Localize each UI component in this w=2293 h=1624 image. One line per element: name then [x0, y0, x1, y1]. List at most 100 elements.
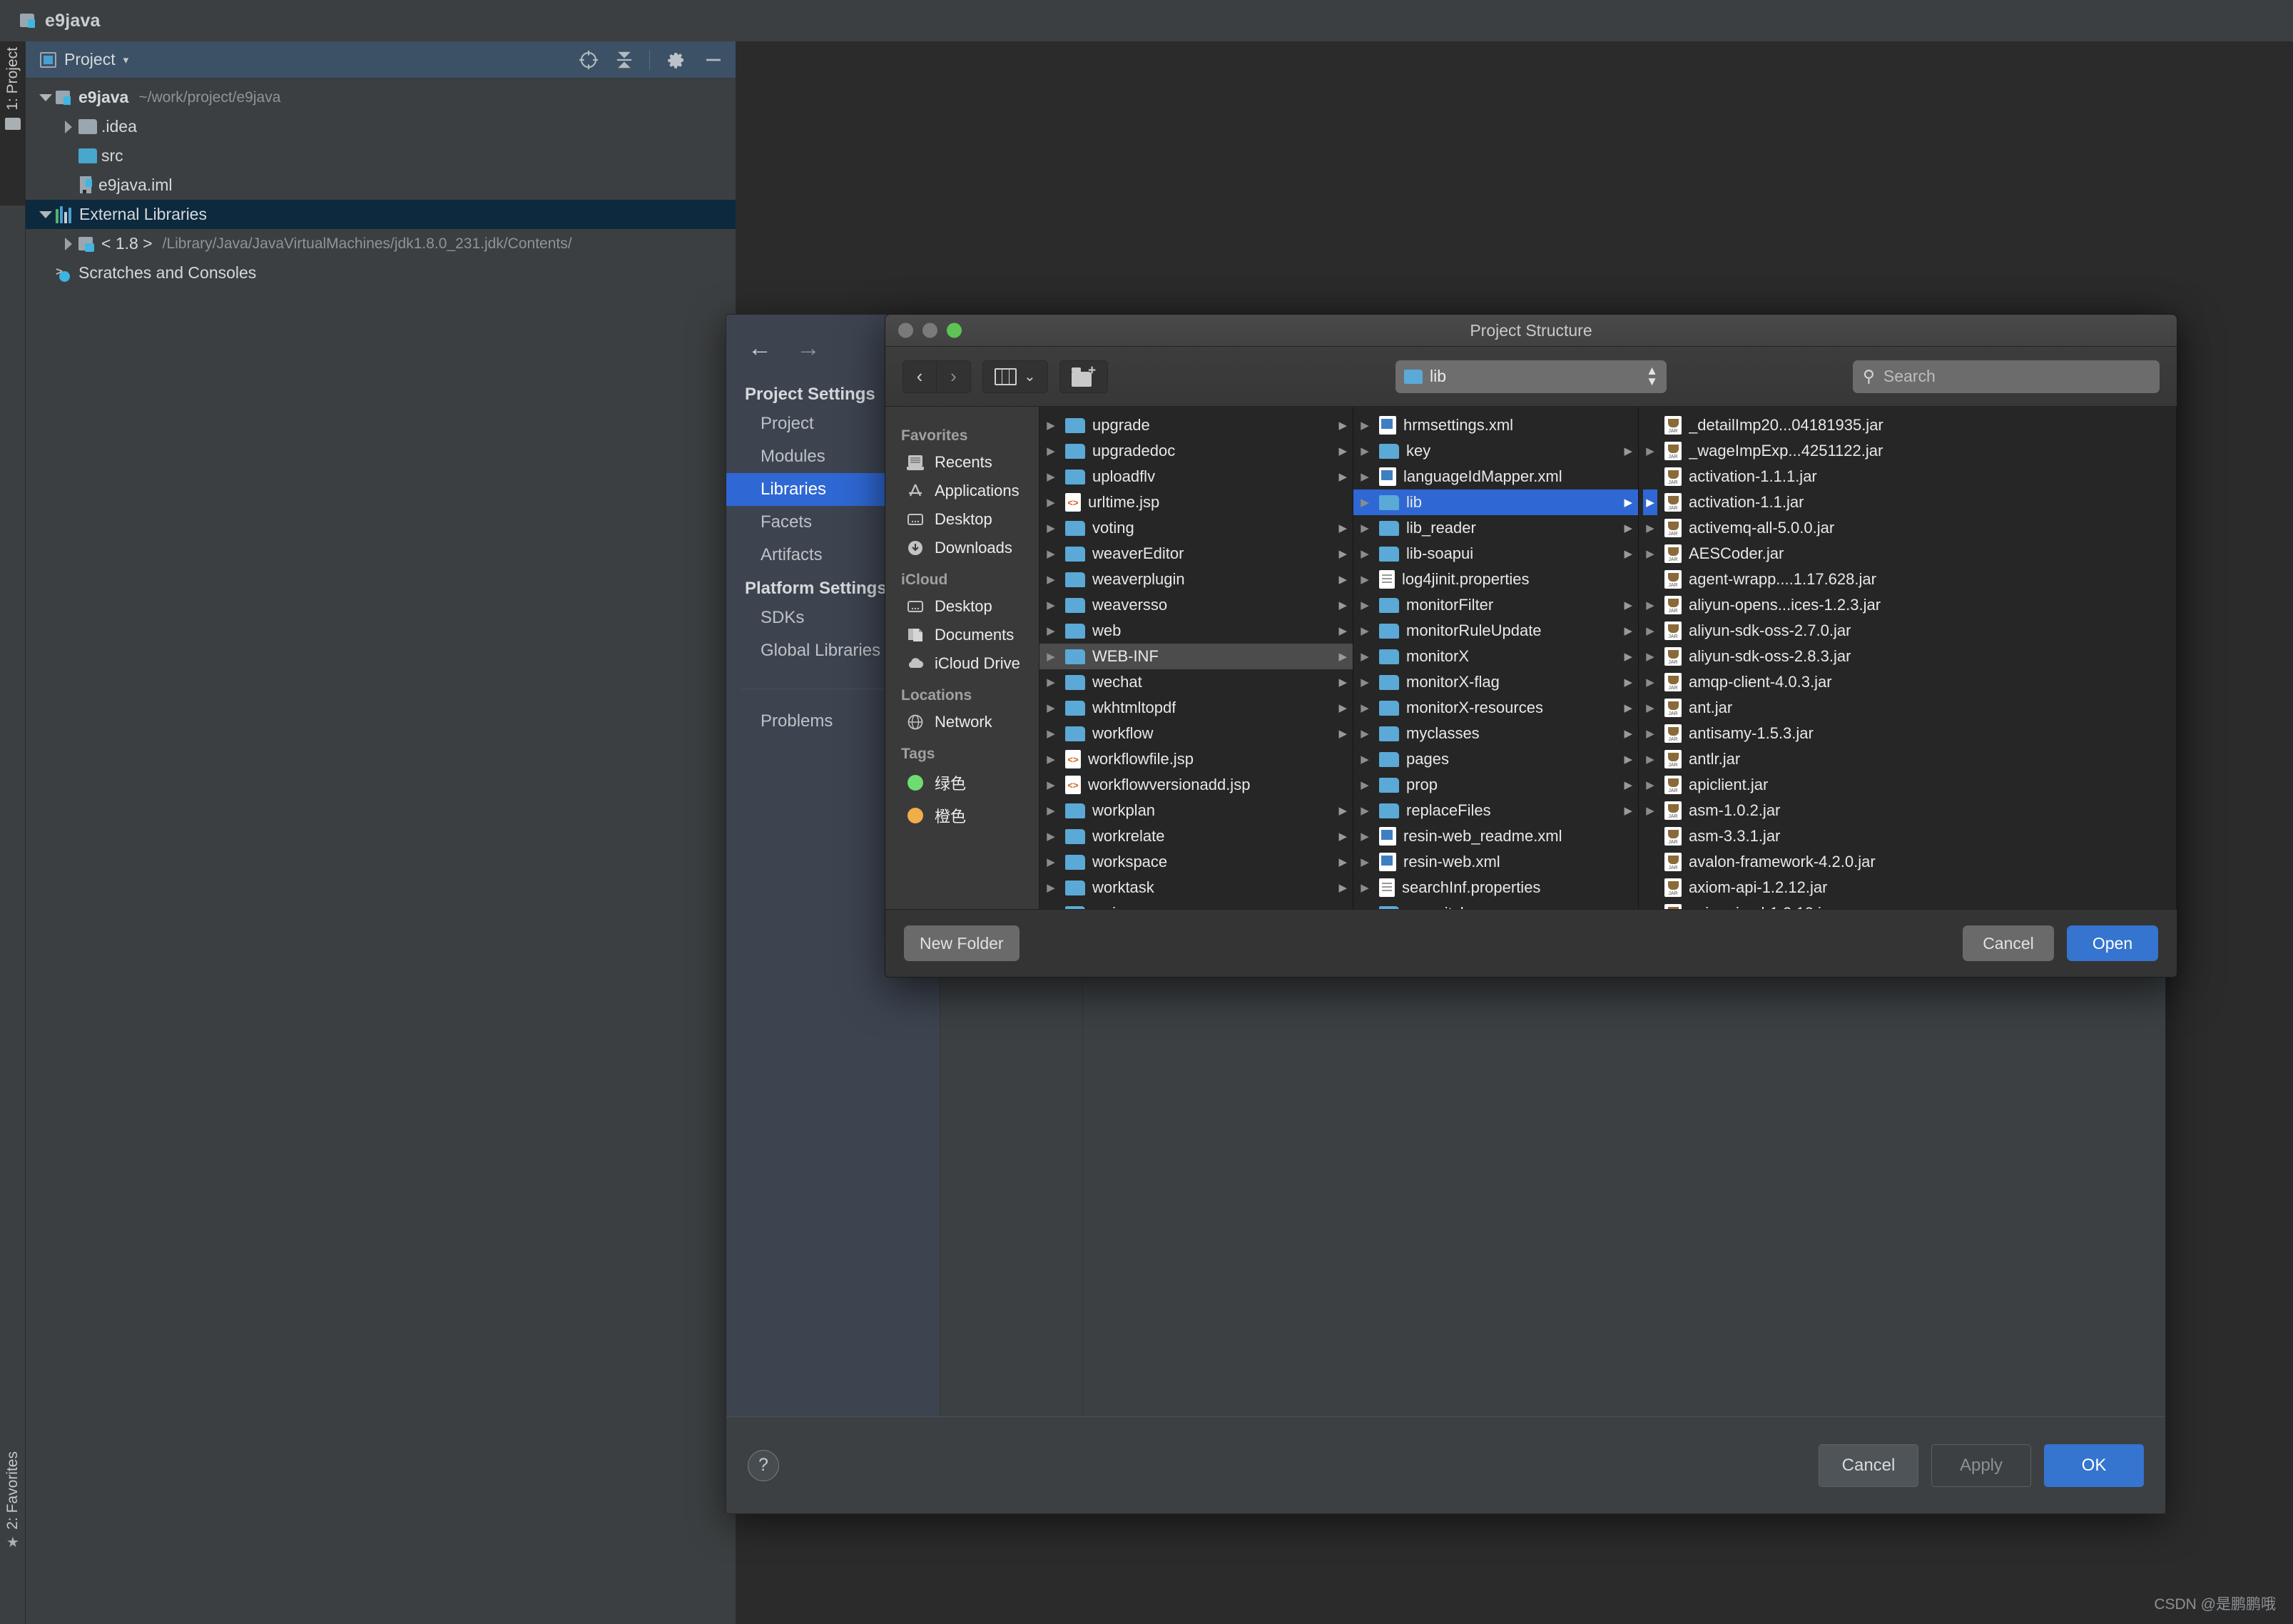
file-row[interactable]: ▶ lib_reader ▶: [1353, 515, 1638, 541]
disclosure-triangle-icon[interactable]: ▶: [1358, 650, 1372, 663]
file-column-2[interactable]: ▶ hrmsettings.xml ▶ key ▶ ▶ languageIdMapper.x…: [1353, 407, 1639, 909]
file-row[interactable]: ▶ monitorRuleUpdate ▶: [1353, 618, 1638, 644]
back-arrow-icon[interactable]: ←: [748, 336, 772, 360]
file-row[interactable]: ▶ worktask ▶: [1039, 875, 1353, 900]
file-row[interactable]: ▶ <> workflowfile.jsp: [1039, 746, 1353, 772]
file-row[interactable]: ▶ amqp-client-4.0.3.jar: [1639, 669, 2176, 695]
disclosure-triangle-icon[interactable]: ▶: [1358, 856, 1372, 868]
disclosure-triangle-icon[interactable]: ▶: [1358, 445, 1372, 457]
locate-icon[interactable]: [578, 49, 599, 71]
file-row[interactable]: ▶ apiclient.jar: [1639, 772, 2176, 798]
back-button[interactable]: ‹: [903, 360, 937, 393]
disclosure-triangle-icon[interactable]: ▶: [1358, 496, 1372, 509]
file-row[interactable]: ▶ antisamy-1.5.3.jar: [1639, 721, 2176, 746]
maximize-icon[interactable]: [947, 323, 962, 338]
sidebar-item-documents[interactable]: Documents: [885, 621, 1039, 649]
file-row[interactable]: ▶ WEB-INF ▶: [1039, 644, 1353, 669]
file-row[interactable]: ▶securitylog▶: [1353, 900, 1638, 909]
twisty-right-icon[interactable]: [59, 237, 78, 250]
disclosure-triangle-icon[interactable]: ▶: [1044, 445, 1058, 457]
sidebar-item-icloud-desktop[interactable]: Desktop: [885, 592, 1039, 621]
file-row[interactable]: ▶wui▶: [1039, 900, 1353, 909]
disclosure-triangle-icon[interactable]: ▶: [1358, 727, 1372, 740]
disclosure-triangle-icon[interactable]: ▶: [1044, 573, 1058, 586]
disclosure-triangle-icon[interactable]: ▶: [1643, 701, 1657, 714]
file-row[interactable]: ▶ lib ▶: [1353, 489, 1638, 515]
twisty-down-icon[interactable]: [36, 210, 56, 218]
tree-node-external-libraries[interactable]: External Libraries: [26, 200, 736, 229]
file-row[interactable]: ▶ _wageImpExp...4251122.jar: [1639, 438, 2176, 464]
disclosure-triangle-icon[interactable]: ▶: [1044, 419, 1058, 432]
disclosure-triangle-icon[interactable]: ▶: [1044, 778, 1058, 791]
disclosure-triangle-icon[interactable]: ▶: [1358, 881, 1372, 894]
file-row[interactable]: ▶ resin-web.xml: [1353, 849, 1638, 875]
disclosure-triangle-icon[interactable]: ▶: [1044, 496, 1058, 509]
file-row[interactable]: ▶ upgrade ▶: [1039, 412, 1353, 438]
project-view-selector[interactable]: Project ▾: [40, 50, 578, 69]
disclosure-triangle-icon[interactable]: ▶: [1643, 804, 1657, 817]
new-folder-button[interactable]: +: [1059, 360, 1108, 393]
file-row[interactable]: ▶ activation-1.1.jar: [1639, 489, 2176, 515]
sidebar-item-tag-green[interactable]: 绿色: [885, 766, 1039, 799]
disclosure-triangle-icon[interactable]: ▶: [1358, 419, 1372, 432]
disclosure-triangle-icon[interactable]: ▶: [1358, 624, 1372, 637]
file-row[interactable]: ▶ aliyun-opens...ices-1.2.3.jar: [1639, 592, 2176, 618]
sidebar-item-desktop[interactable]: Desktop: [885, 505, 1039, 534]
file-row[interactable]: axiom-api-1.2.12.jar: [1639, 875, 2176, 900]
open-button[interactable]: Open: [2067, 925, 2158, 961]
close-icon[interactable]: [898, 323, 913, 338]
cancel-button[interactable]: Cancel: [1819, 1443, 1918, 1487]
disclosure-triangle-icon[interactable]: ▶: [1643, 445, 1657, 457]
disclosure-triangle-icon[interactable]: ▶: [1358, 599, 1372, 611]
disclosure-triangle-icon[interactable]: ▶: [1044, 881, 1058, 894]
file-row[interactable]: ▶ asm-1.0.2.jar: [1639, 798, 2176, 823]
disclosure-triangle-icon[interactable]: ▶: [1044, 830, 1058, 843]
ok-button[interactable]: OK: [2044, 1443, 2144, 1487]
file-row[interactable]: avalon-framework-4.2.0.jar: [1639, 849, 2176, 875]
disclosure-triangle-icon[interactable]: ▶: [1358, 522, 1372, 534]
file-column-1[interactable]: ▶ upgrade ▶ ▶ upgradedoc ▶ ▶ uploadflv ▶ ▶ <> urlti…: [1039, 407, 1353, 909]
file-row[interactable]: ▶ key ▶: [1353, 438, 1638, 464]
sidebar-item-network[interactable]: Network: [885, 708, 1039, 736]
file-row[interactable]: ▶ resin-web_readme.xml: [1353, 823, 1638, 849]
disclosure-triangle-icon[interactable]: ▶: [1358, 753, 1372, 766]
file-row[interactable]: ▶ pages ▶: [1353, 746, 1638, 772]
file-row[interactable]: ▶ lib-soapui ▶: [1353, 541, 1638, 567]
disclosure-triangle-icon[interactable]: ▶: [1044, 856, 1058, 868]
gear-icon[interactable]: [666, 49, 687, 71]
file-row[interactable]: ▶ weaverEditor ▶: [1039, 541, 1353, 567]
disclosure-triangle-icon[interactable]: ▶: [1358, 470, 1372, 483]
file-row[interactable]: ▶ AESCoder.jar: [1639, 541, 2176, 567]
disclosure-triangle-icon[interactable]: ▶: [1044, 701, 1058, 714]
disclosure-triangle-icon[interactable]: ▶: [1358, 804, 1372, 817]
file-row[interactable]: ▶ prop ▶: [1353, 772, 1638, 798]
file-row[interactable]: ▶ log4jinit.properties: [1353, 567, 1638, 592]
file-row[interactable]: _detailImp20...04181935.jar: [1639, 412, 2176, 438]
collapse-all-icon[interactable]: [615, 49, 634, 71]
disclosure-triangle-icon[interactable]: ▶: [1643, 650, 1657, 663]
file-row[interactable]: ▶ weaversso ▶: [1039, 592, 1353, 618]
file-row[interactable]: ▶ weaverplugin ▶: [1039, 567, 1353, 592]
sidebar-item-downloads[interactable]: Downloads: [885, 534, 1039, 562]
file-row[interactable]: ▶ workspace ▶: [1039, 849, 1353, 875]
file-row[interactable]: ▶ aliyun-sdk-oss-2.7.0.jar: [1639, 618, 2176, 644]
file-row[interactable]: ▶ wechat ▶: [1039, 669, 1353, 695]
file-row[interactable]: ▶ workflow ▶: [1039, 721, 1353, 746]
disclosure-triangle-icon[interactable]: ▶: [1044, 753, 1058, 766]
file-row[interactable]: ▶ ant.jar: [1639, 695, 2176, 721]
file-row[interactable]: ▶ activemq-all-5.0.0.jar: [1639, 515, 2176, 541]
disclosure-triangle-icon[interactable]: ▶: [1358, 701, 1372, 714]
disclosure-triangle-icon[interactable]: ▶: [1643, 727, 1657, 740]
disclosure-triangle-icon[interactable]: ▶: [1044, 547, 1058, 560]
disclosure-triangle-icon[interactable]: ▶: [1358, 830, 1372, 843]
sidebar-tab-favorites[interactable]: 2: Favorites ★: [0, 1446, 26, 1624]
file-row[interactable]: ▶ voting ▶: [1039, 515, 1353, 541]
disclosure-triangle-icon[interactable]: ▶: [1044, 804, 1058, 817]
file-row[interactable]: agent-wrapp....1.17.628.jar: [1639, 567, 2176, 592]
disclosure-triangle-icon[interactable]: ▶: [1358, 676, 1372, 689]
file-row[interactable]: ▶ myclasses ▶: [1353, 721, 1638, 746]
search-input[interactable]: ⚲ Search: [1853, 360, 2160, 393]
forward-button[interactable]: ›: [937, 360, 971, 393]
minimize-icon[interactable]: [922, 323, 937, 338]
disclosure-triangle-icon[interactable]: ▶: [1643, 489, 1657, 515]
